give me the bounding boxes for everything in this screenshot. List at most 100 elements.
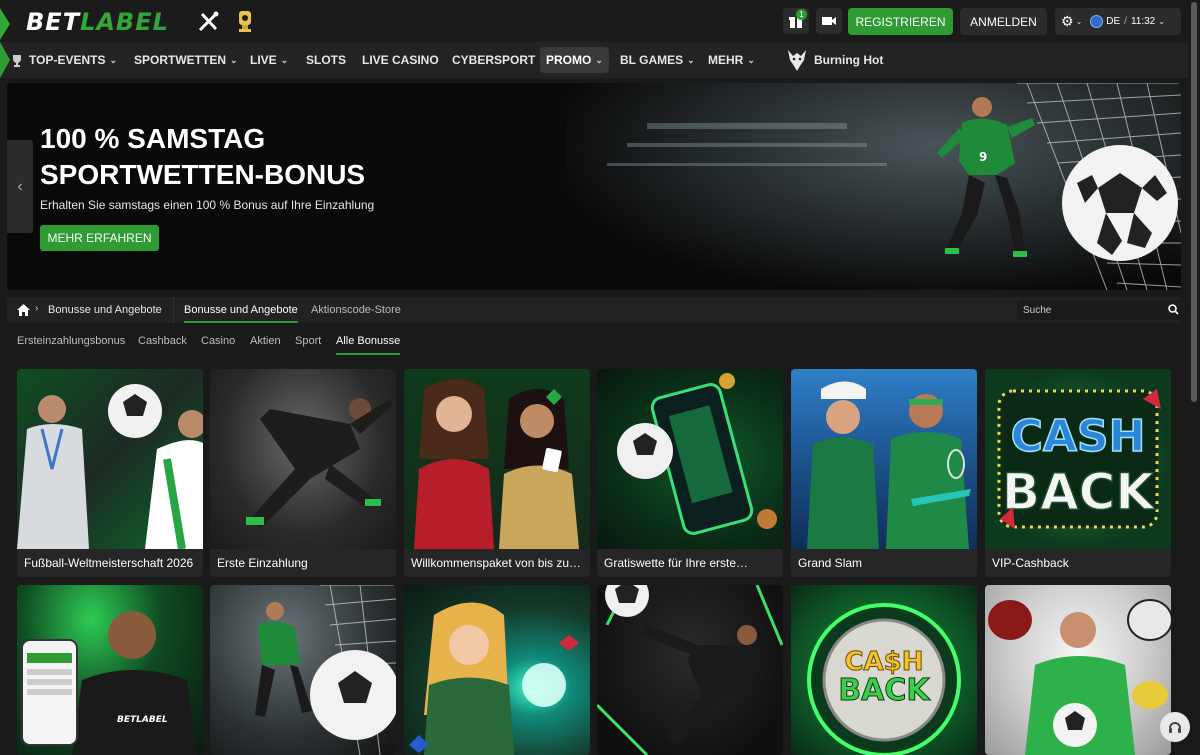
card-title: VIP-Cashback [992,556,1069,570]
chevron-down-icon: ⌄ [747,54,755,65]
nav-live-casino[interactable]: LIVE CASINO [356,47,445,73]
card-image-goalkeeper-net [210,585,396,755]
support-chat-button[interactable] [1160,712,1190,742]
scrollbar-thumb[interactable] [1191,2,1197,402]
bonus-card-goal[interactable] [210,585,396,755]
nav-cybersport[interactable]: CYBERSPORT [446,47,541,73]
filter-casino[interactable]: Casino [201,335,235,347]
promo-banner[interactable]: 9 100 % SAMSTAG SPORTWETTEN-BONUS Erhalte… [7,83,1181,290]
card-image-cashback-coin: CA$H BACK [791,585,977,755]
search-input[interactable] [1023,302,1163,318]
svg-text:BACK: BACK [1002,463,1157,521]
banner-cta-button[interactable]: MEHR ERFAHREN [40,225,159,251]
register-button[interactable]: REGISTRIEREN [848,8,953,35]
clock: 11:32 [1130,16,1156,27]
bonus-card-weltmeisterschaft[interactable]: Fußball-Weltmeisterschaft 2026 [17,369,203,577]
bonus-card-erste-einzahlung[interactable]: Erste Einzahlung [210,369,396,577]
card-image-casino-women [404,369,590,549]
card-image-cashback-sign: CASH BACK [985,369,1171,549]
trophy-badge-icon[interactable] [233,9,257,33]
chevron-left-icon: ‹ [17,177,23,195]
home-icon[interactable] [17,304,30,316]
gear-icon[interactable]: ⚙ [1061,13,1074,30]
nav-burning-hot[interactable]: Burning Hot [780,47,889,73]
card-image-football-kick [210,369,396,549]
bonus-card-willkommenspaket[interactable]: Willkommenspaket von bis zu… [404,369,590,577]
svg-text:BETLABEL: BETLABEL [117,715,168,725]
bonus-filter-tabs: Ersteinzahlungsbonus Cashback Casino Akt… [7,323,1181,357]
login-button[interactable]: ANMELDEN [960,8,1047,35]
bonus-card-gratiswette[interactable]: Gratiswette für Ihre erste… [597,369,783,577]
banner-subtitle: Erhalten Sie samstags einen 100 % Bonus … [40,198,375,212]
card-title: Gratiswette für Ihre erste… [604,556,749,570]
gift-badge: 1 [796,9,807,20]
sports-icon[interactable] [197,9,221,33]
wolf-icon [788,50,806,71]
card-title: Fußball-Weltmeisterschaft 2026 [24,556,194,570]
card-image-football-players [17,369,203,549]
svg-text:BACK: BACK [838,673,931,708]
tab-bonusse-und-angebote[interactable]: Bonusse und Angebote [184,304,298,323]
nav-live[interactable]: LIVE ⌄ [244,47,294,73]
chevron-down-icon: ⌄ [687,54,695,65]
page-scrollbar[interactable] [1188,0,1200,750]
search-field[interactable] [1017,300,1185,320]
filter-ersteinzahlungsbonus[interactable]: Ersteinzahlungsbonus [17,335,125,347]
video-button[interactable] [816,8,842,34]
chevron-right-icon: › [35,303,39,314]
bonus-card-grand-slam[interactable]: Grand Slam [791,369,977,577]
card-title: Erste Einzahlung [217,556,308,570]
nav-top-events[interactable]: TOP-EVENTS ⌄ [4,47,123,73]
banner-prev-button[interactable]: ‹ [7,140,33,233]
video-icon [822,17,836,25]
filter-cashback[interactable]: Cashback [138,335,187,347]
banner-title: 100 % SAMSTAG SPORTWETTEN-BONUS [40,123,366,190]
card-title: Grand Slam [798,556,863,570]
settings-language-group[interactable]: ⚙ ⌄ DE / 11:32 ⌄ [1055,8,1181,35]
top-header: BETLABEL 1 REGISTRIEREN ANMELDEN ⚙ ⌄ DE … [0,0,1200,42]
svg-text:9: 9 [979,150,987,164]
card-title: Willkommenspaket von bis zu… [411,556,582,570]
nav-mehr[interactable]: MEHR ⌄ [702,47,761,73]
search-icon[interactable] [1168,304,1179,315]
nav-slots[interactable]: SLOTS [300,47,352,73]
card-image-multi-sport [985,585,1171,755]
tab-aktionscode-store[interactable]: Aktionscode-Store [311,304,401,316]
card-image-phone-football [597,369,783,549]
main-nav: TOP-EVENTS ⌄ SPORTWETTEN ⌄ LIVE ⌄ SLOTS LIV… [0,42,1200,78]
chevron-down-icon: ⌄ [1158,17,1165,26]
card-image-football-volley [597,585,783,755]
card-image-tennis [791,369,977,549]
breadcrumb-bar: › Bonusse und Angebote Bonusse und Angeb… [7,297,1185,323]
headset-icon [1169,722,1181,733]
breadcrumb-divider [173,297,174,323]
chevron-down-icon: ⌄ [595,54,603,65]
banner-background-image: 9 [567,83,1181,290]
site-logo[interactable]: BETLABEL [26,8,169,36]
bonus-card-volley[interactable] [597,585,783,755]
chevron-down-icon: ⌄ [230,54,238,65]
filter-sport[interactable]: Sport [295,335,321,347]
language-code: DE [1106,16,1121,27]
nav-promo[interactable]: PROMO ⌄ [540,47,609,73]
globe-icon [1090,15,1104,28]
bonus-card-fantasy[interactable] [404,585,590,755]
trophy-icon [13,54,21,67]
bonus-card-app[interactable]: BETLABEL [17,585,203,755]
bonus-card-multi-sport[interactable] [985,585,1171,755]
filter-aktien[interactable]: Aktien [250,335,281,347]
svg-text:CASH: CASH [1011,411,1146,462]
chevron-down-icon: ⌄ [109,54,118,65]
filter-alle-bonusse[interactable]: Alle Bonusse [336,335,401,355]
bonus-card-cashback-coin[interactable]: CA$H BACK [791,585,977,755]
chevron-down-icon: ⌄ [280,54,289,65]
card-image-app-promo: BETLABEL [17,585,203,755]
gift-button[interactable]: 1 [783,8,809,34]
bonus-card-vip-cashback[interactable]: CASH BACK VIP-Cashback [985,369,1171,577]
chevron-down-icon: ⌄ [1075,17,1083,26]
card-image-fantasy-casino [404,585,590,755]
breadcrumb-item[interactable]: Bonusse und Angebote [48,304,162,316]
nav-sportwetten[interactable]: SPORTWETTEN ⌄ [128,47,244,73]
nav-bl-games[interactable]: BL GAMES ⌄ [614,47,701,73]
language-separator: / [1124,16,1127,27]
